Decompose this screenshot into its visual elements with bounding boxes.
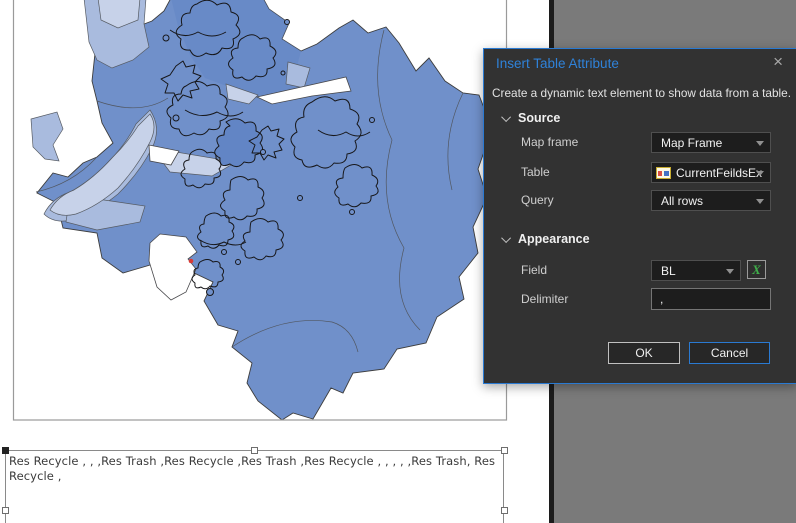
- dropdown-arrow-icon: [756, 141, 764, 146]
- dropdown-arrow-icon: [726, 269, 734, 274]
- chevron-down-icon: [501, 111, 512, 122]
- table-label: Table: [521, 165, 550, 179]
- field-label: Field: [521, 263, 548, 277]
- dropdown-arrow-icon: [756, 199, 764, 204]
- insert-table-attribute-dialog: Insert Table Attribute × Create a dynami…: [483, 48, 796, 384]
- field-value: BL: [661, 263, 676, 278]
- field-dropdown[interactable]: BL: [651, 260, 741, 281]
- dynamic-text-element[interactable]: Res Recycle , , ,Res Trash ,Res Recycle …: [5, 450, 504, 523]
- query-label: Query: [521, 193, 554, 207]
- query-value: All rows: [661, 193, 704, 208]
- dynamic-text-content: Res Recycle , , ,Res Trash ,Res Recycle …: [6, 451, 503, 484]
- map-frame-dropdown[interactable]: Map Frame: [651, 132, 771, 153]
- section-appearance-label: Appearance: [518, 232, 590, 246]
- dynamic-text-line: Res Recycle , , ,Res Trash ,Res Recycle …: [9, 454, 496, 468]
- expression-x-icon: X: [752, 261, 761, 277]
- cancel-button[interactable]: Cancel: [689, 342, 770, 364]
- ok-button[interactable]: OK: [608, 342, 680, 364]
- dynamic-text-line: Recycle ,: [9, 469, 62, 483]
- map-frame-value: Map Frame: [661, 135, 723, 150]
- section-appearance[interactable]: Appearance: [501, 232, 590, 246]
- table-dropdown[interactable]: CurrentFeildsEx: [651, 162, 771, 183]
- delimiter-input[interactable]: [651, 288, 771, 310]
- layout-page: [0, 0, 549, 523]
- close-icon[interactable]: ×: [773, 52, 783, 72]
- dropdown-arrow-icon: [756, 171, 764, 176]
- delimiter-label: Delimiter: [521, 292, 569, 306]
- selection-handle-mid-right[interactable]: [501, 507, 508, 514]
- dialog-description: Create a dynamic text element to show da…: [492, 86, 792, 100]
- selection-handle-mid-left[interactable]: [2, 507, 9, 514]
- table-value: CurrentFeildsEx: [676, 165, 763, 180]
- section-source-label: Source: [518, 111, 561, 125]
- chevron-down-icon: [501, 232, 512, 243]
- table-icon: [656, 166, 671, 179]
- selection-handle-top-center[interactable]: [251, 447, 258, 454]
- query-dropdown[interactable]: All rows: [651, 190, 771, 211]
- selection-handle-top-left[interactable]: [2, 447, 9, 454]
- set-expression-button[interactable]: X: [747, 260, 766, 279]
- dialog-title: Insert Table Attribute: [496, 56, 619, 71]
- section-source[interactable]: Source: [501, 111, 561, 125]
- map-frame-label: Map frame: [521, 135, 579, 149]
- selection-handle-top-right[interactable]: [501, 447, 508, 454]
